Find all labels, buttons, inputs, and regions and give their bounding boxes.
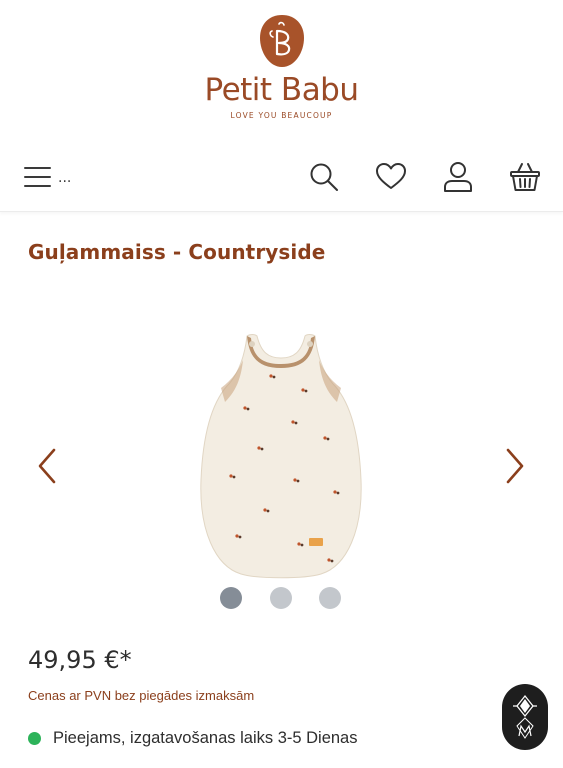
floating-chat-widget[interactable] — [502, 684, 548, 750]
brand-name[interactable]: Petit Babu — [0, 72, 563, 108]
menu-icon — [24, 167, 51, 169]
gallery-next-button[interactable] — [496, 446, 532, 486]
chevron-left-icon — [38, 448, 56, 484]
product-price: 49,95 €* — [28, 646, 132, 674]
brand-tagline: LOVE YOU BEAUCOUP — [230, 111, 333, 120]
menu-button[interactable]: ... — [22, 162, 72, 192]
gallery-dot-2[interactable] — [270, 587, 292, 609]
menu-icon-bar — [24, 185, 51, 187]
availability-status-dot — [28, 732, 41, 745]
search-icon — [310, 163, 338, 191]
diamond-logo-icon — [513, 694, 537, 739]
heart-icon — [376, 163, 406, 189]
gallery-dot-3[interactable] — [319, 587, 341, 609]
product-image[interactable] — [195, 330, 367, 580]
chevron-right-icon — [506, 448, 524, 484]
basket-icon — [510, 163, 540, 191]
gallery-dot-1[interactable] — [220, 587, 242, 609]
availability: Pieejams, izgatavošanas laiks 3-5 Dienas — [28, 729, 358, 748]
site-header: Petit Babu LOVE YOU BEAUCOUP ... — [0, 0, 563, 212]
user-icon — [444, 162, 472, 192]
gallery-prev-button[interactable] — [30, 446, 66, 486]
vat-note: Cenas ar PVN bez piegādes izmaksām — [28, 688, 255, 703]
account-button[interactable] — [441, 160, 475, 194]
brand-logo-icon[interactable] — [259, 14, 305, 68]
wishlist-button[interactable] — [374, 160, 408, 194]
search-button[interactable] — [307, 160, 341, 194]
product-title: Guļammaiss - Countryside — [28, 240, 326, 264]
menu-icon-bar — [24, 176, 51, 178]
cart-button[interactable] — [508, 160, 542, 194]
gallery-pagination — [0, 587, 563, 609]
menu-more-label: ... — [58, 170, 72, 186]
availability-text: Pieejams, izgatavošanas laiks 3-5 Dienas — [53, 729, 358, 747]
